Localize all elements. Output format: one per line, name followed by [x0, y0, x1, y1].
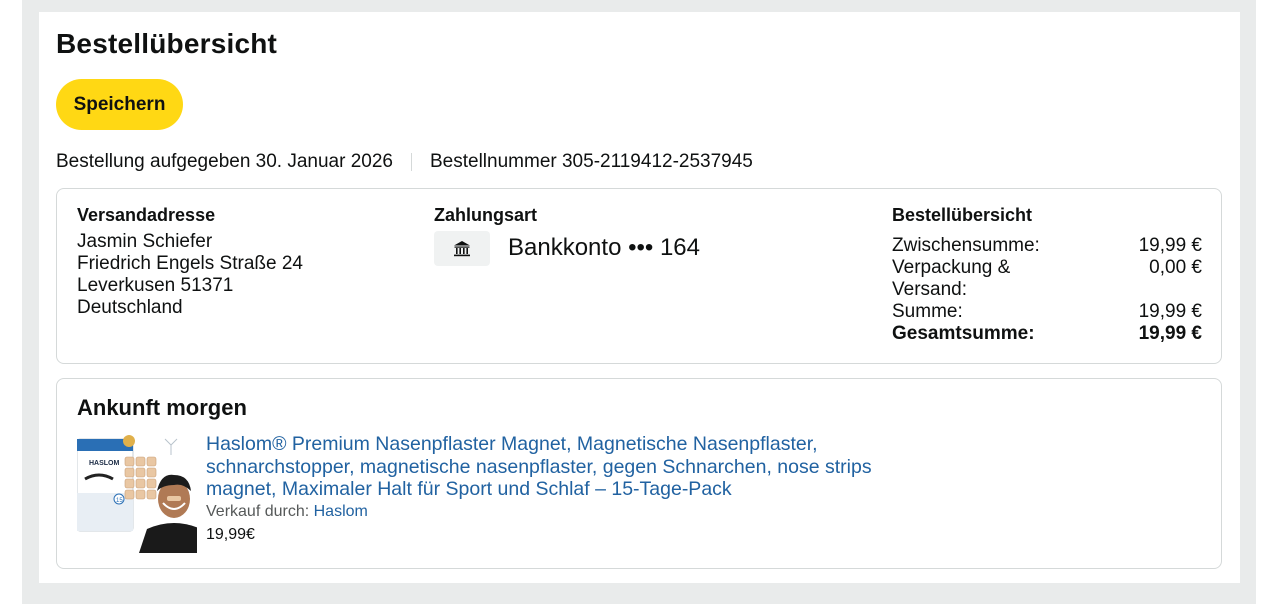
summary-value: 0,00 € — [1149, 257, 1202, 278]
address-line: Leverkusen 51371 — [77, 275, 234, 296]
save-button[interactable]: Speichern — [56, 79, 183, 130]
product-title-link[interactable]: Haslom® Premium Nasenpflaster Magnet, Ma… — [206, 433, 886, 501]
summary-label: Zwischensumme: — [892, 235, 1040, 256]
shipping-heading: Versandadresse — [77, 205, 216, 225]
order-meta: Bestellung aufgegeben 30. Januar 2026 Be… — [56, 150, 753, 174]
seller-info: Verkauf durch: Haslom — [206, 503, 368, 521]
payment-heading: Zahlungsart — [434, 205, 538, 225]
order-date: Bestellung aufgegeben 30. Januar 2026 — [56, 151, 393, 172]
page-title: Bestellübersicht — [56, 28, 278, 59]
summary-row-subtotal: Zwischensumme: 19,99 € — [892, 235, 1202, 257]
summary-label: Verpackung & Versand: — [892, 257, 1011, 300]
summary-row-sum: Summe: 19,99 € — [892, 301, 1202, 323]
meta-divider — [411, 153, 412, 171]
product-image[interactable]: HASLOM 15 — [77, 433, 197, 553]
summary-label: Summe: — [892, 301, 963, 322]
shipping-address: Jasmin Schiefer Friedrich Engels Straße … — [77, 231, 303, 319]
bank-icon — [434, 231, 490, 266]
address-line: Friedrich Engels Straße 24 — [77, 253, 303, 274]
summary-label: Gesamtsumme: — [892, 323, 1035, 344]
summary-value: 19,99 € — [1138, 235, 1202, 256]
payment-method: Bankkonto ••• 164 — [508, 234, 700, 261]
product-price: 19,99€ — [206, 526, 255, 543]
address-line: Jasmin Schiefer — [77, 231, 213, 252]
arrival-heading: Ankunft morgen — [77, 395, 247, 420]
box-brand-text: HASLOM — [89, 460, 120, 467]
shipment-card: Ankunft morgen HASLOM 15 Haslom® Premium… — [56, 378, 1222, 569]
order-number: Bestellnummer 305-2119412-2537945 — [430, 151, 753, 172]
address-line: Deutschland — [77, 297, 183, 318]
summary-row-total: Gesamtsumme: 19,99 € — [892, 323, 1202, 345]
order-summary: Zwischensumme: 19,99 € Verpackung & Vers… — [892, 235, 1202, 345]
box-count-text: 15 — [116, 498, 123, 504]
summary-heading: Bestellübersicht — [892, 205, 1033, 225]
summary-row-shipping: Verpackung & Versand: 0,00 € — [892, 257, 1202, 301]
seller-link[interactable]: Haslom — [314, 503, 368, 520]
summary-value: 19,99 € — [1138, 301, 1202, 322]
order-info-card: Versandadresse Jasmin Schiefer Friedrich… — [56, 188, 1222, 364]
summary-value: 19,99 € — [1138, 323, 1202, 344]
seller-label: Verkauf durch: — [206, 503, 310, 520]
